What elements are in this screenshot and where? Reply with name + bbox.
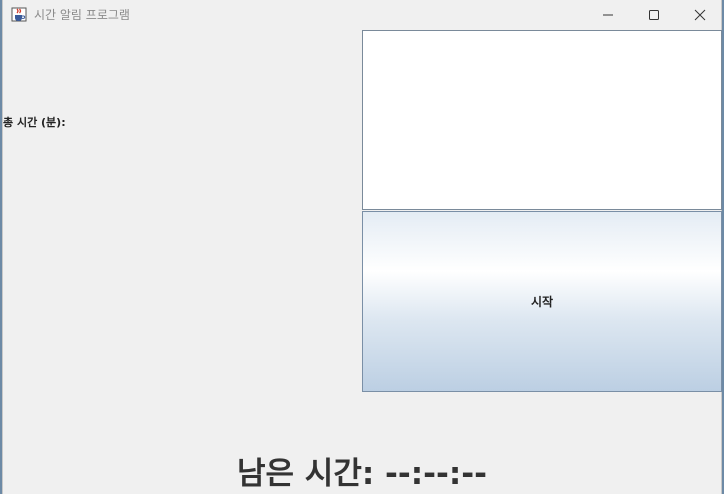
- close-icon: [694, 6, 706, 25]
- title-bar[interactable]: 시간 알림 프로그램: [3, 0, 721, 30]
- window-title: 시간 알림 프로그램: [34, 8, 130, 22]
- start-button[interactable]: 시작: [362, 211, 722, 392]
- remaining-time-display: 남은 시간: --:--:--: [236, 456, 488, 492]
- maximize-icon: [648, 6, 660, 25]
- start-button-label: 시작: [530, 295, 554, 309]
- total-time-input[interactable]: [362, 30, 722, 210]
- app-window: 시간 알림 프로그램 총 시간 (분): 시작 남은 시간: --:--:--: [2, 0, 722, 494]
- java-cup-icon: [11, 6, 27, 22]
- maximize-button[interactable]: [631, 0, 677, 30]
- close-button[interactable]: [677, 0, 723, 30]
- content-pane: 총 시간 (분): 시작 남은 시간: --:--:--: [3, 30, 722, 494]
- total-time-label: 총 시간 (분):: [3, 116, 66, 129]
- minimize-button[interactable]: [585, 0, 631, 30]
- minimize-icon: [602, 6, 614, 25]
